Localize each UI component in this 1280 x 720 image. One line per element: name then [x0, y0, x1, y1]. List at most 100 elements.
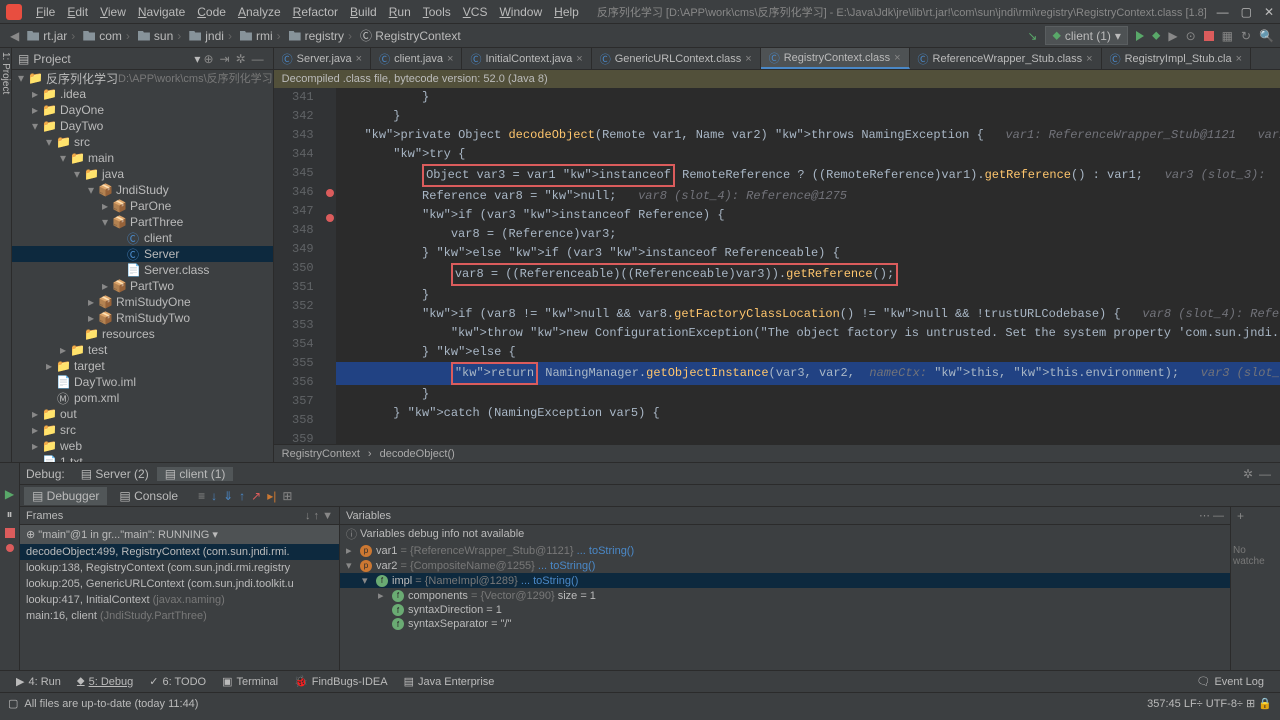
- close-icon[interactable]: ✕: [1264, 5, 1274, 19]
- editor-breadcrumb[interactable]: RegistryContext › decodeObject(): [274, 444, 1280, 462]
- step-out-icon[interactable]: ↑: [239, 489, 245, 503]
- crumb-6[interactable]: Ⓒ RegistryContext: [356, 27, 465, 44]
- stop-icon[interactable]: [1204, 31, 1214, 41]
- var-row[interactable]: ▸p var1 = {ReferenceWrapper_Stub@1121} .…: [340, 543, 1230, 558]
- javaee-tool[interactable]: ▤ Java Enterprise: [396, 675, 503, 688]
- menu-help[interactable]: Help: [548, 5, 585, 19]
- tree-row[interactable]: 📁resources: [12, 326, 273, 342]
- event-log[interactable]: 🗨 Event Log: [1188, 675, 1272, 688]
- crumb-5[interactable]: registry ›: [285, 27, 356, 44]
- var-row[interactable]: f syntaxSeparator = "/": [340, 617, 1230, 631]
- crumb-3[interactable]: jndi ›: [185, 27, 236, 44]
- search-icon[interactable]: 🔍: [1259, 29, 1274, 43]
- terminal-tool[interactable]: ▣ Terminal: [214, 675, 286, 688]
- tree-row[interactable]: ▾📦PartThree: [12, 214, 273, 230]
- debugger-tab[interactable]: ▤ Debugger: [24, 487, 107, 505]
- menu-code[interactable]: Code: [191, 5, 232, 19]
- tree-row[interactable]: ▸📁.idea: [12, 86, 273, 102]
- tree-row[interactable]: ▸📦PartTwo: [12, 278, 273, 294]
- settings-icon[interactable]: ✲: [233, 52, 249, 66]
- build-icon[interactable]: ↘: [1027, 29, 1037, 43]
- run-to-cursor-icon[interactable]: ▸|: [267, 489, 276, 503]
- menu-vcs[interactable]: VCS: [457, 5, 494, 19]
- tree-row[interactable]: 📄Server.class: [12, 262, 273, 278]
- target-icon[interactable]: ⊕: [200, 52, 216, 66]
- force-step-into-icon[interactable]: ⇓: [223, 489, 233, 503]
- variables-list[interactable]: ⓘVariables debug info not available▸p va…: [340, 525, 1230, 631]
- tree-row[interactable]: Ⓒclient: [12, 230, 273, 246]
- maximize-icon[interactable]: ▢: [1241, 5, 1252, 19]
- frame-row[interactable]: decodeObject:499, RegistryContext (com.s…: [20, 544, 339, 560]
- tree-row[interactable]: ⒸServer: [12, 246, 273, 262]
- tree-row[interactable]: ▾📁src: [12, 134, 273, 150]
- menu-refactor[interactable]: Refactor: [287, 5, 344, 19]
- menu-build[interactable]: Build: [344, 5, 383, 19]
- menu-navigate[interactable]: Navigate: [132, 5, 191, 19]
- editor-tab[interactable]: Ⓒ InitialContext.java ×: [462, 48, 591, 69]
- thread-selector[interactable]: ⊕ "main"@1 in gr..."main": RUNNING ▾: [20, 525, 339, 544]
- profiler-icon[interactable]: ⊙: [1186, 29, 1196, 43]
- editor-tab[interactable]: Ⓒ ReferenceWrapper_Stub.class ×: [910, 48, 1102, 69]
- project-view-icon[interactable]: ▤: [18, 52, 29, 66]
- tree-row[interactable]: ▾📁DayTwo: [12, 118, 273, 134]
- stop-debug-icon[interactable]: [5, 528, 15, 538]
- tree-row[interactable]: ▸📦ParOne: [12, 198, 273, 214]
- console-tab[interactable]: ▤ Console: [111, 487, 186, 505]
- editor-tab[interactable]: Ⓒ RegistryImpl_Stub.cla ×: [1102, 48, 1251, 69]
- menu-run[interactable]: Run: [383, 5, 417, 19]
- tree-row[interactable]: ▸📁target: [12, 358, 273, 374]
- tree-row[interactable]: ▸📦RmiStudyTwo: [12, 310, 273, 326]
- tree-row[interactable]: ▾📦JndiStudy: [12, 182, 273, 198]
- breakpoint-gutter[interactable]: [324, 88, 336, 444]
- collapse-icon[interactable]: ⇥: [217, 52, 233, 66]
- left-tool-strip[interactable]: 1: Project: [0, 48, 12, 462]
- session-server[interactable]: ▤ Server (2): [73, 467, 157, 481]
- menu-analyze[interactable]: Analyze: [232, 5, 287, 19]
- step-into-icon[interactable]: ↓: [211, 489, 217, 503]
- editor-tab[interactable]: Ⓒ RegistryContext.class ×: [761, 48, 910, 69]
- editor-tab[interactable]: Ⓒ client.java ×: [371, 48, 462, 69]
- add-watch-icon[interactable]: +: [1231, 507, 1280, 525]
- todo-tool[interactable]: ✓ 6: TODO: [141, 675, 214, 688]
- menu-file[interactable]: File: [30, 5, 61, 19]
- pause-icon[interactable]: ⏸: [6, 507, 12, 522]
- var-row[interactable]: ▾f impl = {NameImpl@1289} ... toString(): [340, 573, 1230, 588]
- tree-row[interactable]: ▸📁web: [12, 438, 273, 454]
- crumb-2[interactable]: sun ›: [134, 27, 185, 44]
- var-row[interactable]: ▸f components = {Vector@1290} size = 1: [340, 588, 1230, 603]
- menu-edit[interactable]: Edit: [61, 5, 94, 19]
- breakpoints-icon[interactable]: [6, 544, 14, 552]
- code-area[interactable]: 3413423433443453463473483493503513523533…: [274, 88, 1280, 444]
- frames-nav-icon[interactable]: ↓ ↑ ▼: [305, 510, 333, 522]
- resume-icon[interactable]: ▶: [5, 487, 14, 501]
- project-tree[interactable]: ▾📁反序列化学习 D:\APP\work\cms\反序列化学习▸📁.idea▸📁…: [12, 70, 273, 462]
- tree-row[interactable]: ▸📁test: [12, 342, 273, 358]
- debug-tool[interactable]: ⬥ 5: Debug: [69, 675, 141, 688]
- menu-tools[interactable]: Tools: [417, 5, 457, 19]
- tree-row[interactable]: ▸📁DayOne: [12, 102, 273, 118]
- tree-row[interactable]: Ⓜpom.xml: [12, 390, 273, 406]
- var-row[interactable]: f syntaxDirection = 1: [340, 603, 1230, 617]
- minimize-icon[interactable]: —: [1217, 5, 1229, 19]
- crumb-1[interactable]: com ›: [79, 27, 134, 44]
- tree-row[interactable]: 📄1.txt: [12, 454, 273, 462]
- nav-back-icon[interactable]: ◀: [6, 29, 23, 43]
- step-over-icon[interactable]: ≡: [198, 489, 205, 503]
- var-row[interactable]: ▾p var2 = {CompositeName@1255} ... toStr…: [340, 558, 1230, 573]
- frame-row[interactable]: main:16, client (JndiStudy.PartThree): [20, 608, 339, 624]
- tree-row[interactable]: 📄DayTwo.iml: [12, 374, 273, 390]
- tree-row[interactable]: ▾📁反序列化学习 D:\APP\work\cms\反序列化学习: [12, 70, 273, 86]
- run-icon[interactable]: [1136, 31, 1144, 41]
- frames-list[interactable]: decodeObject:499, RegistryContext (com.s…: [20, 544, 339, 624]
- debug-tool-strip[interactable]: ▶ ⏸: [0, 463, 20, 670]
- session-client[interactable]: ▤ client (1): [157, 467, 234, 481]
- findbugs-tool[interactable]: 🐞 FindBugs-IDEA: [286, 675, 396, 688]
- menu-view[interactable]: View: [94, 5, 132, 19]
- debug-settings-icon[interactable]: ✲: [1240, 467, 1256, 481]
- crumb-4[interactable]: rmi ›: [236, 27, 285, 44]
- hide-icon[interactable]: —: [249, 52, 267, 66]
- coverage-icon[interactable]: ▶: [1168, 29, 1177, 43]
- code-content[interactable]: } } "kw">private Object decodeObject(Rem…: [336, 88, 1280, 444]
- frame-row[interactable]: lookup:417, InitialContext (javax.naming…: [20, 592, 339, 608]
- var-row[interactable]: ⓘVariables debug info not available: [340, 525, 1230, 543]
